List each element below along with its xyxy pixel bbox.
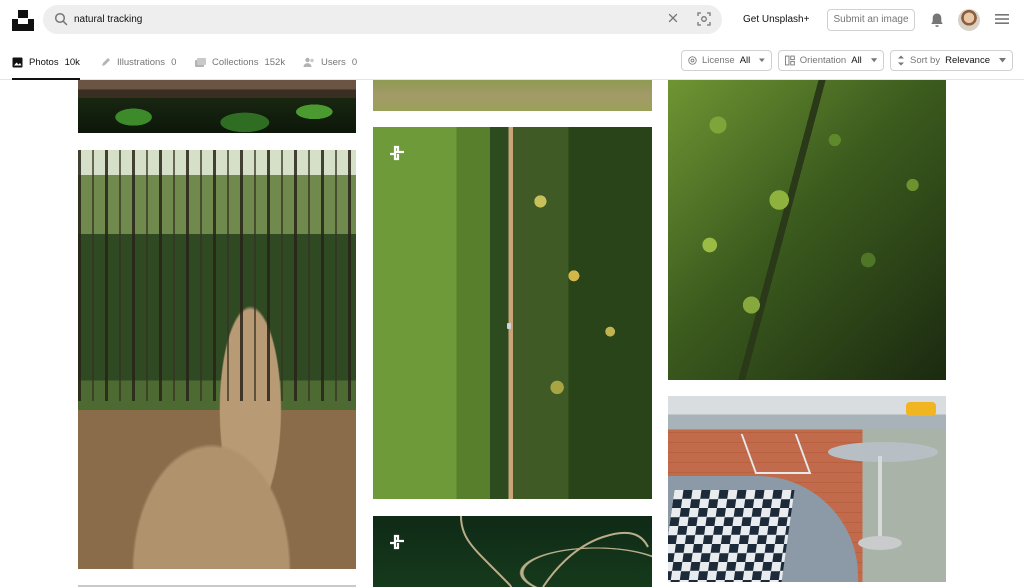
license-filter-prefix: License bbox=[701, 55, 735, 66]
chess-table bbox=[668, 476, 858, 582]
patio-table-base bbox=[858, 536, 902, 550]
sort-icon bbox=[898, 55, 904, 66]
tab-illustrations[interactable]: Illustrations 0 bbox=[100, 46, 176, 79]
sort-value: Relevance bbox=[945, 55, 990, 66]
search-input[interactable] bbox=[74, 8, 674, 31]
tab-collections-count: 152k bbox=[264, 57, 286, 68]
unsplash-plus-badge-icon bbox=[390, 145, 404, 161]
tab-collections[interactable]: Collections 152k bbox=[195, 46, 285, 79]
patio-table-top bbox=[828, 442, 938, 462]
chevron-down-icon bbox=[759, 58, 765, 63]
orientation-icon bbox=[785, 55, 795, 66]
orientation-filter-dropdown[interactable]: Orientation All bbox=[778, 50, 884, 71]
tree-trunks bbox=[78, 150, 356, 402]
tab-users-label: Users bbox=[321, 57, 346, 68]
license-icon bbox=[688, 56, 697, 65]
sort-dropdown[interactable]: Sort by Relevance bbox=[890, 50, 1013, 71]
photo-forest-floor-roots[interactable] bbox=[78, 80, 356, 133]
users-icon bbox=[303, 57, 314, 67]
license-filter-dropdown[interactable]: License All bbox=[681, 50, 772, 71]
tab-photos[interactable]: Photos 10k bbox=[12, 46, 80, 80]
patio-table-pole bbox=[878, 456, 882, 546]
collections-icon bbox=[195, 58, 206, 67]
car-on-road bbox=[507, 323, 511, 329]
unsplash-logo-icon[interactable] bbox=[12, 9, 34, 31]
top-bar: Get Unsplash+ Submit an image bbox=[0, 0, 1024, 40]
river-path bbox=[460, 516, 649, 587]
search-icon[interactable] bbox=[54, 12, 68, 26]
photo-patio-chess-table[interactable] bbox=[668, 396, 946, 582]
orientation-filter-value: All bbox=[851, 55, 862, 66]
chessboard bbox=[668, 490, 795, 582]
tab-photos-label: Photos bbox=[29, 57, 59, 68]
hamburger-menu-icon[interactable] bbox=[995, 13, 1009, 25]
visual-search-icon[interactable] bbox=[697, 12, 711, 26]
search-filter-bar: Photos 10k Illustrations 0 Collections 1… bbox=[0, 46, 1024, 80]
license-filter-value: All bbox=[739, 55, 751, 66]
clear-search-icon[interactable] bbox=[668, 13, 678, 23]
tab-users-count: 0 bbox=[351, 57, 358, 68]
tab-photos-count: 10k bbox=[64, 57, 80, 68]
notifications-bell-icon[interactable] bbox=[930, 12, 944, 28]
user-avatar[interactable] bbox=[958, 9, 980, 31]
patio-chair bbox=[740, 434, 812, 474]
photo-icon bbox=[12, 57, 23, 68]
submit-image-button[interactable]: Submit an image bbox=[827, 9, 915, 31]
chevron-down-icon bbox=[870, 58, 877, 63]
photo-aerial-pine-forest[interactable] bbox=[668, 80, 946, 380]
chevron-down-icon bbox=[999, 58, 1006, 63]
search-bar bbox=[43, 5, 722, 34]
yellow-car bbox=[906, 402, 936, 416]
get-unsplash-plus-link[interactable]: Get Unsplash+ bbox=[743, 14, 809, 25]
sort-prefix: Sort by bbox=[910, 55, 941, 66]
photo-aerial-river-forest[interactable] bbox=[373, 516, 652, 587]
tab-illustrations-label: Illustrations bbox=[117, 57, 166, 68]
photo-dirt-road-through-forest[interactable] bbox=[78, 150, 356, 569]
pen-icon bbox=[102, 58, 110, 66]
photo-aerial-road-between-field-and-forest[interactable] bbox=[373, 127, 652, 499]
tab-illustrations-count: 0 bbox=[171, 57, 177, 68]
photo-grass-field-strip[interactable] bbox=[373, 80, 652, 111]
tab-collections-label: Collections bbox=[212, 57, 259, 68]
orientation-filter-prefix: Orientation bbox=[799, 55, 847, 66]
tab-users[interactable]: Users 0 bbox=[303, 46, 357, 79]
